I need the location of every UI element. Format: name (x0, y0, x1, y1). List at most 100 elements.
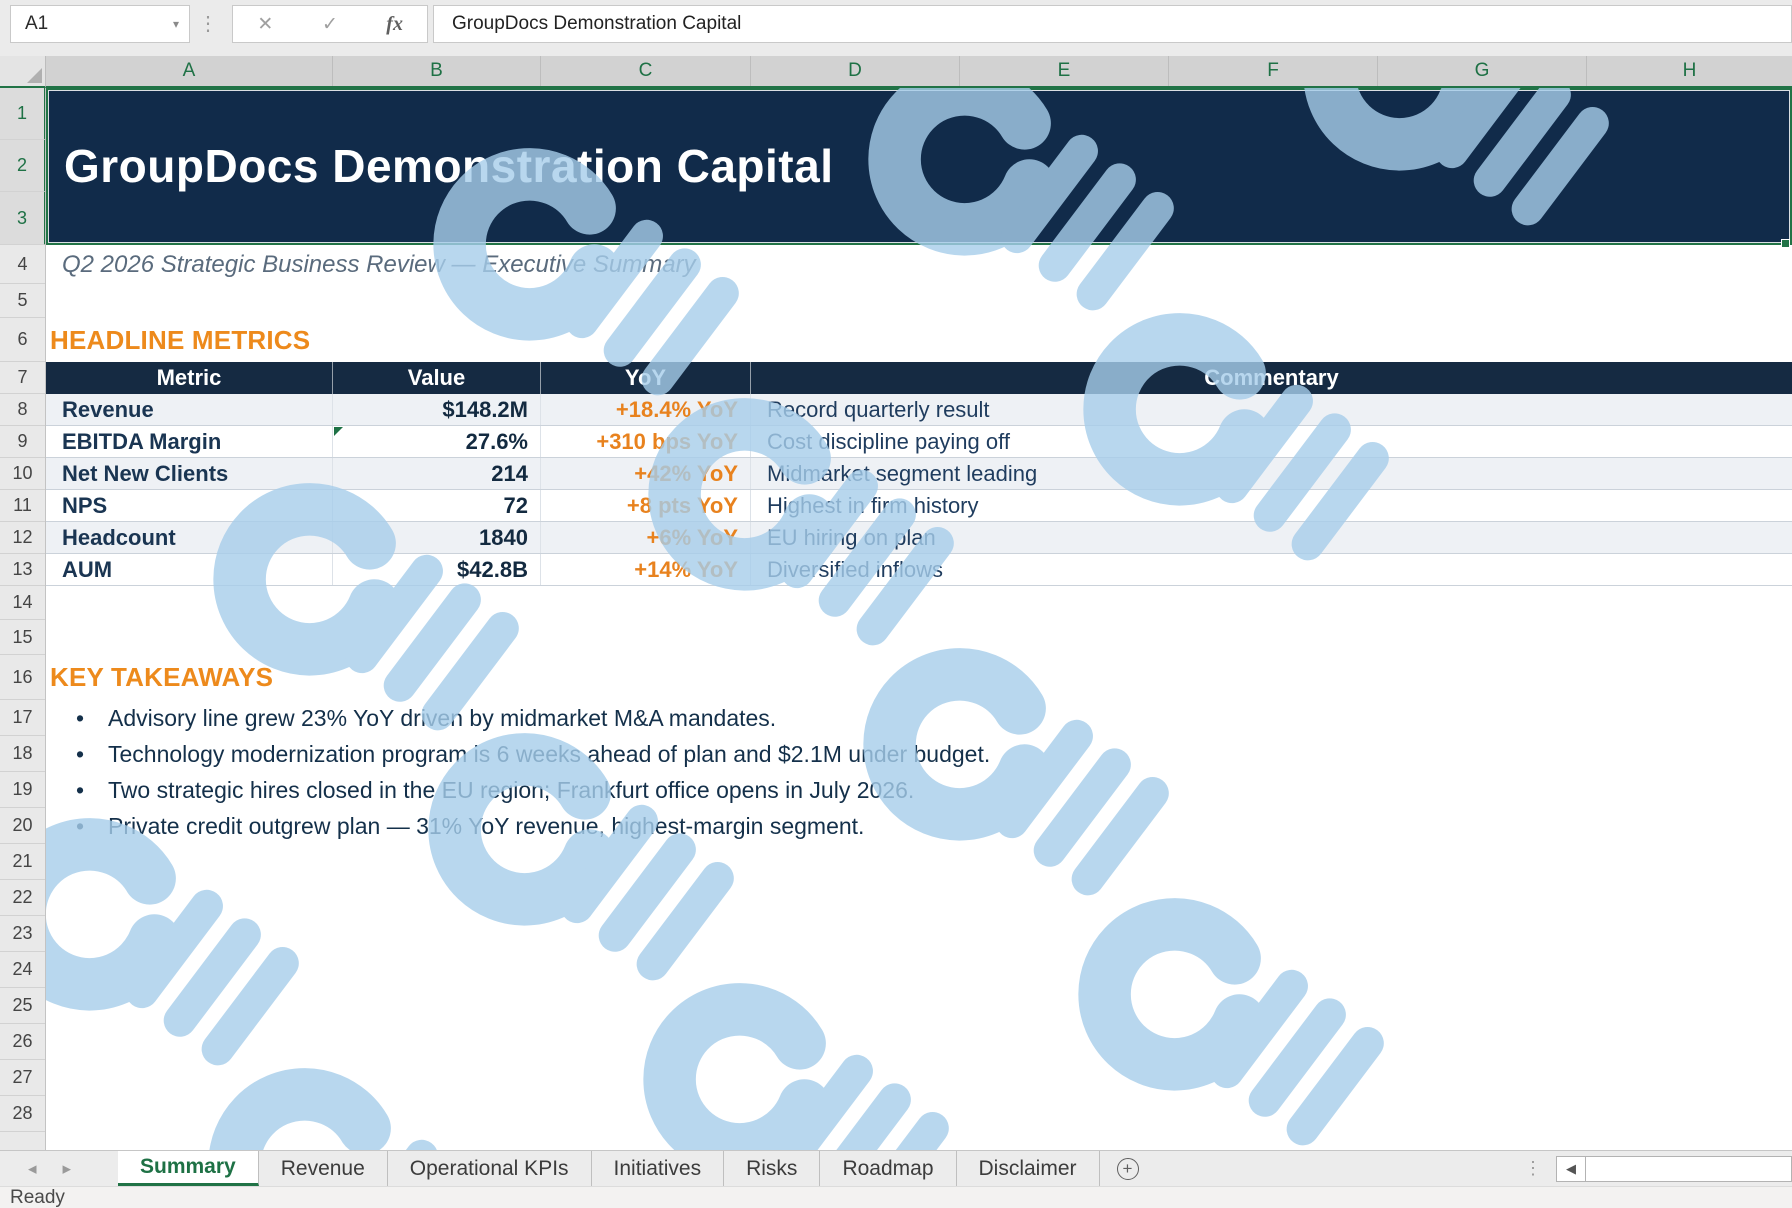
value-cell[interactable]: $42.8B (333, 554, 541, 585)
yoy-cell[interactable]: +310 bps YoY (541, 426, 751, 457)
metric-cell[interactable]: Revenue (46, 394, 333, 425)
row-header[interactable]: 11 (0, 490, 45, 522)
cancel-icon[interactable]: ✕ (245, 13, 285, 36)
select-all-button[interactable] (0, 56, 46, 88)
takeaway-item[interactable]: • Advisory line grew 23% YoY driven by m… (76, 700, 1676, 736)
row-header[interactable]: 25 (0, 988, 45, 1024)
value-cell[interactable]: 1840 (333, 522, 541, 553)
row-header[interactable]: 3 (0, 192, 46, 245)
metric-cell[interactable]: AUM (46, 554, 333, 585)
commentary-cell[interactable]: Cost discipline paying off (751, 426, 1792, 457)
key-takeaways-heading[interactable]: KEY TAKEAWAYS (50, 662, 273, 693)
row-header[interactable]: 12 (0, 522, 45, 554)
column-header[interactable]: H (1587, 56, 1792, 86)
row-header[interactable]: 1 (0, 88, 46, 140)
sheet-grid[interactable]: GroupDocs Demonstration Capital Q2 2026 … (46, 88, 1792, 1150)
metric-cell[interactable]: Headcount (46, 522, 333, 553)
yoy-cell[interactable]: +6% YoY (541, 522, 751, 553)
row-header[interactable]: 14 (0, 586, 45, 620)
row-header[interactable]: 8 (0, 394, 45, 426)
new-sheet-button[interactable]: + (1100, 1151, 1156, 1186)
commentary-cell[interactable]: Diversified inflows (751, 554, 1792, 585)
row-header[interactable]: 13 (0, 554, 45, 586)
commentary-cell[interactable]: EU hiring on plan (751, 522, 1792, 553)
row-header[interactable]: 4 (0, 245, 45, 284)
value-cell[interactable]: 214 (333, 458, 541, 489)
metric-cell[interactable]: NPS (46, 490, 333, 521)
takeaway-item[interactable]: • Private credit outgrew plan — 31% YoY … (76, 808, 1676, 844)
takeaway-item[interactable]: • Two strategic hires closed in the EU r… (76, 772, 1676, 808)
row-header[interactable]: 24 (0, 952, 45, 988)
selection-fill-handle[interactable] (1781, 239, 1790, 248)
tabs-scroll-left-icon[interactable]: ◂ (28, 1159, 37, 1179)
row-header[interactable]: 16 (0, 655, 45, 700)
takeaway-item[interactable]: • Technology modernization program is 6 … (76, 736, 1676, 772)
table-header-value[interactable]: Value (333, 362, 541, 394)
insert-function-icon[interactable]: fx (375, 13, 415, 36)
row-header[interactable]: 9 (0, 426, 45, 458)
row-header[interactable]: 15 (0, 620, 45, 655)
row-header[interactable]: 6 (0, 318, 45, 362)
row-header[interactable]: 23 (0, 916, 45, 952)
row-headers: 1234567891011121314151617181920212223242… (0, 88, 46, 1150)
column-header[interactable]: G (1378, 56, 1587, 86)
hscroll-left-button[interactable]: ◀ (1556, 1156, 1586, 1182)
table-header-commentary[interactable]: Commentary (751, 362, 1792, 394)
subtitle-cell[interactable]: Q2 2026 Strategic Business Review — Exec… (62, 245, 696, 284)
column-header[interactable]: E (960, 56, 1169, 86)
sheet-tab[interactable]: Summary (118, 1151, 259, 1186)
row-header[interactable]: 26 (0, 1024, 45, 1060)
tabs-scroll-right-icon[interactable]: ▸ (63, 1159, 72, 1179)
row-header[interactable]: 7 (0, 362, 45, 394)
row-header[interactable]: 19 (0, 772, 45, 808)
table-header-metric[interactable]: Metric (46, 362, 333, 394)
row-header[interactable]: 20 (0, 808, 45, 844)
commentary-cell[interactable]: Midmarket segment leading (751, 458, 1792, 489)
sheet-tab-bar: ◂ ▸ SummaryRevenueOperational KPIsInitia… (0, 1150, 1792, 1186)
metric-cell[interactable]: EBITDA Margin (46, 426, 333, 457)
sheet-tab[interactable]: Risks (724, 1151, 820, 1186)
row-header[interactable]: 22 (0, 880, 45, 916)
watermark-logo (166, 1001, 544, 1150)
formula-input[interactable]: GroupDocs Demonstration Capital (433, 5, 1792, 43)
commentary-cell[interactable]: Highest in firm history (751, 490, 1792, 521)
row-header[interactable]: 27 (0, 1060, 45, 1096)
name-box-dropdown-icon[interactable]: ▾ (173, 6, 179, 42)
column-header[interactable]: C (541, 56, 751, 86)
select-all-icon (27, 68, 42, 83)
enter-icon[interactable]: ✓ (310, 13, 350, 36)
yoy-cell[interactable]: +18.4% YoY (541, 394, 751, 425)
table-header-yoy[interactable]: YoY (541, 362, 751, 394)
value-cell[interactable]: 72 (333, 490, 541, 521)
tabbar-resize-handle-icon[interactable]: ⋮ (1524, 1158, 1542, 1179)
row-header[interactable]: 18 (0, 736, 45, 772)
sheet-tab[interactable]: Disclaimer (957, 1151, 1100, 1186)
column-header[interactable]: A (46, 56, 333, 86)
sheet-tab[interactable]: Revenue (259, 1151, 388, 1186)
row-header[interactable]: 21 (0, 844, 45, 880)
table-row: Revenue $148.2M +18.4% YoY Record quarte… (46, 394, 1792, 426)
value-cell[interactable]: 27.6% (333, 426, 541, 457)
row-header[interactable]: 5 (0, 284, 45, 318)
column-header[interactable]: B (333, 56, 541, 86)
sheet-tab[interactable]: Roadmap (820, 1151, 956, 1186)
value-cell[interactable]: $148.2M (333, 394, 541, 425)
name-box[interactable]: A1 ▾ (10, 5, 190, 43)
commentary-cell[interactable]: Record quarterly result (751, 394, 1792, 425)
row-header[interactable]: 17 (0, 700, 45, 736)
row-header[interactable]: 10 (0, 458, 45, 490)
row-header[interactable]: 28 (0, 1096, 45, 1132)
column-header[interactable]: D (751, 56, 960, 86)
yoy-cell[interactable]: +8 pts YoY (541, 490, 751, 521)
title-banner-cell[interactable]: GroupDocs Demonstration Capital (46, 88, 1792, 245)
yoy-cell[interactable]: +14% YoY (541, 554, 751, 585)
formula-bar-drag-handle-icon[interactable]: ⋮ (198, 5, 218, 43)
column-header[interactable]: F (1169, 56, 1378, 86)
sheet-tab[interactable]: Initiatives (592, 1151, 725, 1186)
yoy-cell[interactable]: +42% YoY (541, 458, 751, 489)
metric-cell[interactable]: Net New Clients (46, 458, 333, 489)
horizontal-scrollbar[interactable] (1586, 1156, 1792, 1182)
row-header[interactable]: 2 (0, 140, 46, 192)
headline-metrics-heading[interactable]: HEADLINE METRICS (50, 325, 310, 356)
sheet-tab[interactable]: Operational KPIs (388, 1151, 592, 1186)
